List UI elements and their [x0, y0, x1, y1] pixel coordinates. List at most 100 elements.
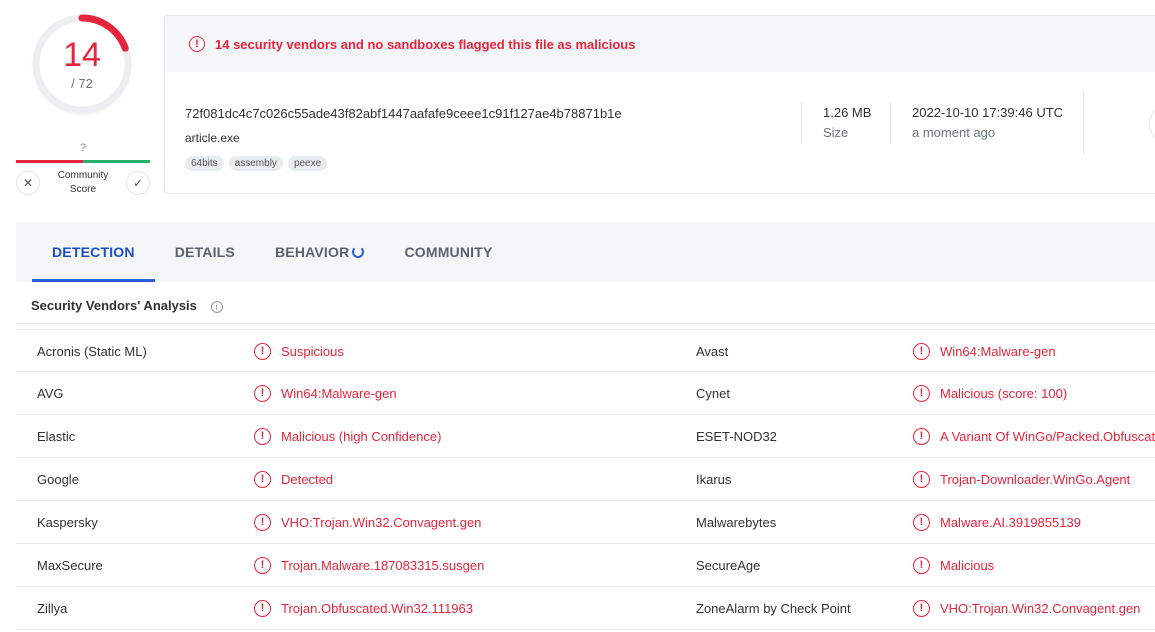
vendor-name: Ikarus	[696, 471, 732, 487]
table-row: Acronis (Static ML) ! Suspicious Avast ! W…	[16, 329, 1155, 372]
vendor-result: ! Trojan.Malware.187083315.susgen	[254, 544, 484, 586]
alert-icon: !	[254, 384, 271, 402]
detection-score-ring: 14 / 72	[30, 12, 134, 116]
check-icon[interactable]: ✓	[125, 171, 150, 195]
vendor-name: Google	[37, 471, 79, 487]
vendor-result: ! Win64:Malware-gen	[913, 330, 1056, 372]
vendor-result: ! VHO:Trojan.Win32.Convagent.gen	[913, 587, 1140, 629]
tag[interactable]: assembly	[228, 156, 283, 171]
alert-icon: !	[189, 36, 205, 52]
section-title: Security Vendors' Analysis i	[31, 298, 223, 313]
vendor-result-text: Malicious	[940, 557, 995, 573]
vendor-result: ! Trojan-Downloader.WinGo.Agent	[913, 458, 1130, 500]
alert-icon: !	[913, 342, 930, 360]
vendor-result-text: A Variant Of WinGo/Packed.Obfuscat	[940, 428, 1155, 444]
table-row: AVG ! Win64:Malware-gen Cynet ! Malicious …	[16, 372, 1155, 415]
vendor-name: Cynet	[696, 385, 730, 401]
tab-community[interactable]: COMMUNITY	[384, 222, 512, 282]
community-score-bar	[16, 160, 150, 163]
section-divider	[16, 323, 1155, 324]
section-title-text: Security Vendors' Analysis	[31, 298, 197, 313]
community-score-label: Community Score	[58, 169, 109, 197]
vendor-result-text: Malicious (high Confidence)	[281, 428, 442, 444]
file-hash[interactable]: 72f081dc4c7c026c55ade43f82abf1447aafafe9…	[185, 106, 622, 121]
vendor-name: AVG	[37, 385, 64, 401]
loading-spinner-icon	[352, 246, 365, 258]
divider	[1083, 92, 1084, 154]
community-score-value: ?	[79, 142, 87, 154]
vendor-result-text: Malware.AI.3919855139	[940, 514, 1081, 530]
vendor-name: ZoneAlarm by Check Point	[696, 600, 851, 616]
alert-icon: !	[254, 556, 271, 574]
alert-icon: !	[254, 427, 271, 445]
vendor-result-text: Win64:Malware-gen	[940, 343, 1056, 359]
table-row: MaxSecure ! Trojan.Malware.187083315.susg…	[16, 544, 1155, 587]
vendor-result: ! Detected	[254, 458, 333, 500]
alert-icon: !	[913, 556, 930, 574]
table-row: Zillya ! Trojan.Obfuscated.Win32.111963 Z…	[16, 587, 1155, 630]
detection-total: / 72	[71, 76, 93, 91]
vendor-name: Malwarebytes	[696, 514, 777, 530]
vendor-result: ! Malware.AI.3919855139	[913, 501, 1081, 543]
vendor-result-text: Trojan.Malware.187083315.susgen	[281, 557, 485, 573]
tab-detection[interactable]: DETECTION	[16, 222, 155, 282]
malicious-alert: ! 14 security vendors and no sandboxes f…	[165, 16, 1155, 72]
tag[interactable]: peexe	[287, 156, 328, 171]
tab-behavior[interactable]: BEHAVIOR	[255, 222, 384, 282]
alert-icon: !	[913, 384, 930, 402]
vendor-result: ! A Variant Of WinGo/Packed.Obfuscat	[913, 415, 1155, 457]
vendor-name: ESET-NOD32	[696, 428, 777, 444]
vendor-result: ! Malicious	[913, 544, 994, 586]
vendor-result: ! Suspicious	[254, 330, 344, 372]
vendor-name: Acronis (Static ML)	[37, 343, 147, 359]
alert-icon: !	[254, 513, 271, 531]
file-size-label: Size	[823, 125, 849, 140]
scan-date-value: 2022-10-10 17:39:46 UTC	[912, 105, 1064, 120]
vendor-result-text: Detected	[281, 471, 334, 487]
file-summary-card: ! 14 security vendors and no sandboxes f…	[164, 15, 1155, 194]
vendor-result: ! Malicious (high Confidence)	[254, 415, 441, 457]
divider	[801, 102, 802, 144]
divider	[890, 102, 891, 144]
file-tags: 64bits assembly peexe	[185, 156, 328, 171]
alert-text: 14 security vendors and no sandboxes fla…	[215, 36, 636, 52]
vendor-result: ! Trojan.Obfuscated.Win32.111963	[254, 587, 473, 629]
vendor-name: MaxSecure	[37, 557, 103, 573]
vendor-name: SecureAge	[696, 557, 761, 573]
detection-count: 14	[63, 36, 101, 74]
vendor-result: ! VHO:Trojan.Win32.Convagent.gen	[254, 501, 481, 543]
vendor-result: ! Malicious (score: 100)	[913, 372, 1067, 414]
vendor-result-text: VHO:Trojan.Win32.Convagent.gen	[281, 514, 482, 530]
file-name: article.exe	[185, 131, 240, 145]
tag[interactable]: 64bits	[185, 156, 224, 171]
vendor-result-text: VHO:Trojan.Win32.Convagent.gen	[940, 600, 1141, 616]
scan-date-relative: a moment ago	[912, 125, 996, 140]
table-row: Kaspersky ! VHO:Trojan.Win32.Convagent.ge…	[16, 501, 1155, 544]
table-row: Elastic ! Malicious (high Confidence) ESE…	[16, 415, 1155, 458]
alert-icon: !	[254, 599, 271, 617]
alert-icon: !	[913, 599, 930, 617]
community-label-line1: Community	[57, 170, 109, 181]
community-label-line2: Score	[69, 184, 97, 195]
info-icon[interactable]: i	[210, 301, 223, 313]
vendor-result-text: Win64:Malware-gen	[281, 385, 397, 401]
file-type-icon	[1149, 104, 1155, 144]
report-tabs: DETECTION DETAILS BEHAVIOR COMMUNITY	[16, 222, 1155, 282]
vendor-name: Kaspersky	[37, 514, 98, 530]
vendor-result-text: Trojan.Obfuscated.Win32.111963	[281, 600, 473, 616]
vendor-name: Avast	[696, 343, 729, 359]
community-score: ? ✕ Community Score ✓	[16, 142, 150, 197]
vendor-result: ! Win64:Malware-gen	[254, 372, 397, 414]
tab-behavior-label: BEHAVIOR	[274, 244, 350, 260]
alert-icon: !	[913, 513, 930, 531]
alert-icon: !	[913, 427, 930, 445]
vendor-result-text: Suspicious	[281, 343, 344, 359]
alert-icon: !	[254, 470, 271, 488]
vendor-table: Acronis (Static ML) ! Suspicious Avast ! W…	[16, 329, 1155, 630]
alert-icon: !	[913, 470, 930, 488]
alert-icon: !	[254, 342, 271, 360]
file-size-value: 1.26 MB	[823, 105, 872, 120]
tab-details[interactable]: DETAILS	[155, 222, 255, 282]
x-icon[interactable]: ✕	[16, 171, 40, 195]
table-row: Google ! Detected Ikarus ! Trojan-Download…	[16, 458, 1155, 501]
